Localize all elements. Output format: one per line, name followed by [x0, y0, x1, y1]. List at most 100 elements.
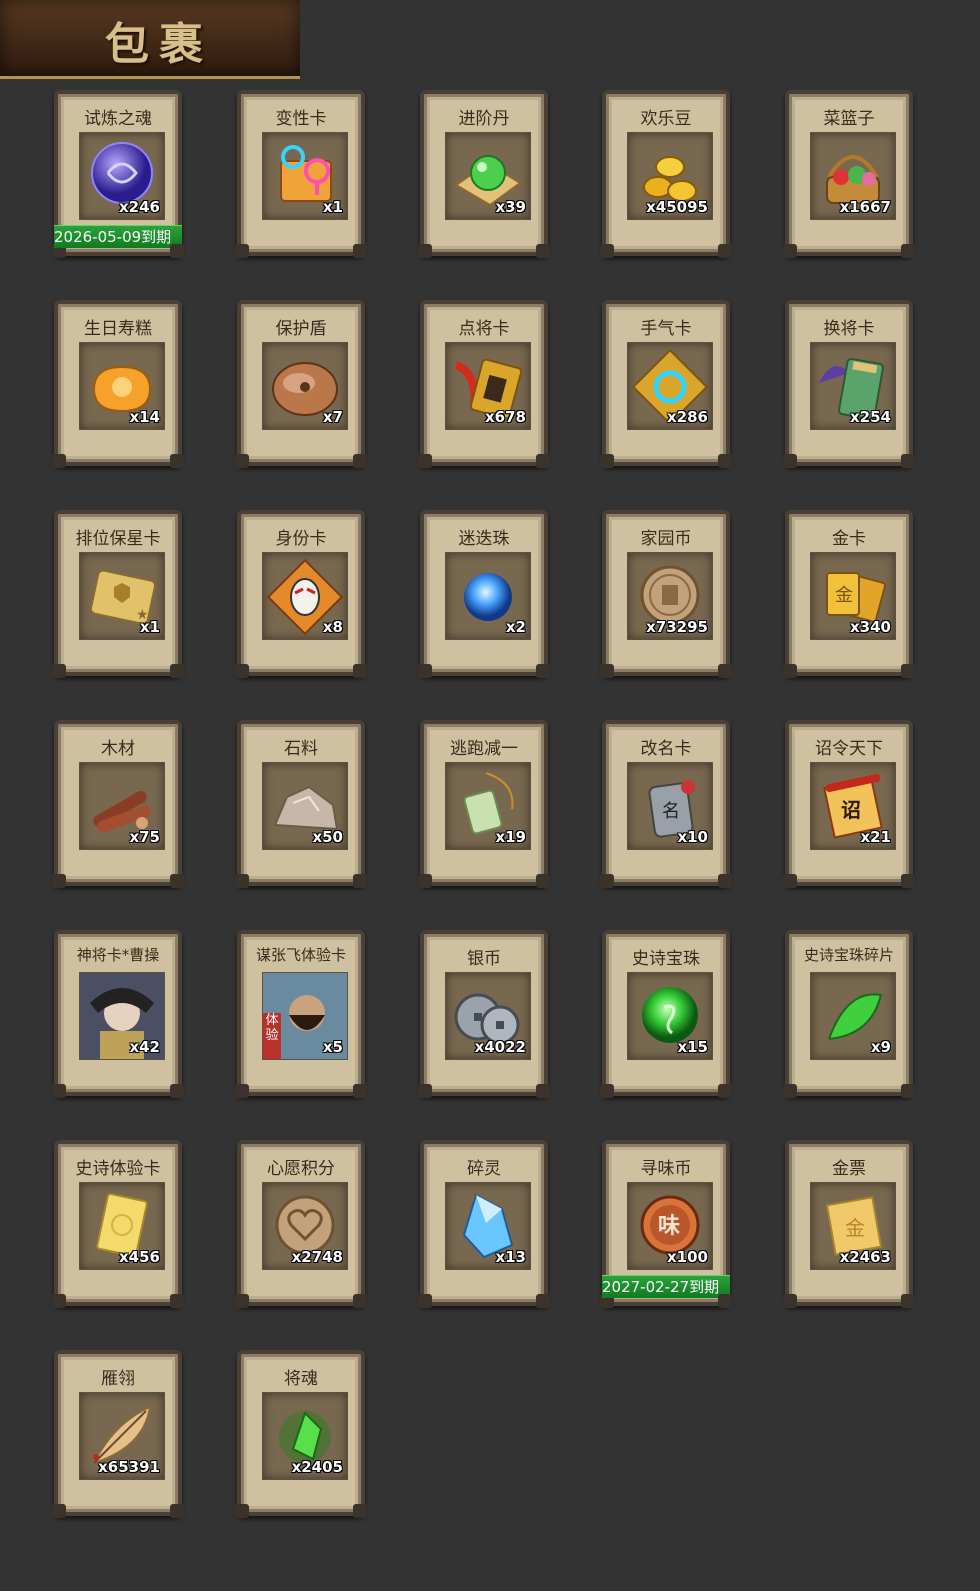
item-name: 改名卡 — [640, 739, 692, 759]
inventory-item-card[interactable]: 心愿积分 x2748 — [235, 1140, 367, 1308]
item-quantity: x10 — [677, 828, 708, 846]
item-name: 碎灵 — [467, 1159, 501, 1179]
item-name: 史诗宝珠 — [632, 949, 700, 969]
cao-cao-portrait-icon: x42 — [79, 972, 165, 1060]
item-quantity: x65391 — [98, 1458, 160, 1476]
inventory-item-card[interactable]: 史诗宝珠碎片 x9 — [783, 930, 915, 1098]
birthday-cake-icon: x14 — [79, 342, 165, 430]
item-name: 石料 — [284, 739, 318, 759]
inventory-item-card[interactable]: 欢乐豆 x45095 — [600, 90, 732, 258]
item-name: 手气卡 — [640, 319, 692, 339]
inventory-item-card[interactable]: 身份卡 x8 — [235, 510, 367, 678]
item-quantity: x2405 — [291, 1458, 343, 1476]
item-quantity: x50 — [312, 828, 343, 846]
item-quantity: x42 — [129, 1038, 160, 1056]
item-quantity: x2 — [505, 618, 526, 636]
green-pill-icon: x39 — [445, 132, 531, 220]
item-name: 史诗宝珠碎片 — [803, 946, 894, 964]
item-quantity: x7 — [322, 408, 343, 426]
inventory-item-card[interactable]: 寻味币味 x100 2027-02-27到期 — [600, 1140, 732, 1308]
item-name: 换将卡 — [823, 319, 875, 339]
shield-icon: x7 — [262, 342, 348, 430]
gold-card-icon: 金 x340 — [810, 552, 896, 640]
item-name: 诏令天下 — [815, 739, 883, 759]
item-name: 木材 — [101, 739, 135, 759]
svg-text:金: 金 — [835, 585, 853, 606]
inventory-item-card[interactable]: 诏令天下诏 x21 — [783, 720, 915, 888]
green-leaf-shard-icon: x9 — [810, 972, 896, 1060]
inventory-item-card[interactable]: 银币 x4022 — [418, 930, 550, 1098]
svg-text:金: 金 — [845, 1216, 865, 1240]
inventory-item-card[interactable]: 碎灵 x13 — [418, 1140, 550, 1308]
inventory-item-card[interactable]: 试炼之魂 x246 2026-05-09到期 — [52, 90, 184, 258]
wood-icon: x75 — [79, 762, 165, 850]
item-name: 将魂 — [284, 1369, 318, 1389]
inventory-item-card[interactable]: 逃跑减一 x19 — [418, 720, 550, 888]
item-quantity: x9 — [870, 1038, 891, 1056]
inventory-item-card[interactable]: 史诗宝珠 x15 — [600, 930, 732, 1098]
item-name: 变性卡 — [275, 109, 327, 129]
item-quantity: x286 — [667, 408, 708, 426]
inventory-item-card[interactable]: 神将卡*曹操 x42 — [52, 930, 184, 1098]
expiry-banner: 2027-02-27到期 — [602, 1275, 730, 1298]
inventory-item-card[interactable]: 换将卡 x254 — [783, 300, 915, 468]
item-name: 点将卡 — [458, 319, 510, 339]
inventory-item-card[interactable]: 生日寿糕 x14 — [52, 300, 184, 468]
item-quantity: x19 — [495, 828, 526, 846]
item-quantity: x2463 — [839, 1248, 891, 1266]
item-name: 进阶丹 — [458, 109, 510, 129]
item-quantity: x1 — [322, 198, 343, 216]
inventory-item-card[interactable]: 史诗体验卡 x456 — [52, 1140, 184, 1308]
gold-ticket-icon: 金 x2463 — [810, 1182, 896, 1270]
jade-tag-icon: x19 — [445, 762, 531, 850]
item-quantity: x246 — [119, 198, 160, 216]
item-name: 银币 — [467, 949, 501, 969]
inventory-item-card[interactable]: 谋张飞体验卡 体验 x5 — [235, 930, 367, 1098]
inventory-item-card[interactable]: 点将卡 x678 — [418, 300, 550, 468]
item-quantity: x45095 — [646, 198, 708, 216]
inventory-item-card[interactable]: 家园币 x73295 — [600, 510, 732, 678]
item-name: 菜篮子 — [823, 109, 875, 129]
item-name: 生日寿糕 — [84, 319, 152, 339]
inventory-item-card[interactable]: 手气卡 x286 — [600, 300, 732, 468]
rank-star-card-icon: ★ x1 — [79, 552, 165, 640]
imperial-scroll-icon: 诏 x21 — [810, 762, 896, 850]
item-name: 谋张飞体验卡 — [255, 946, 346, 964]
vegetable-basket-icon: x1667 — [810, 132, 896, 220]
item-name: 试炼之魂 — [84, 109, 152, 129]
inventory-item-card[interactable]: 石料 x50 — [235, 720, 367, 888]
inventory-item-card[interactable]: 雁翎 x65391 — [52, 1350, 184, 1518]
item-quantity: x39 — [495, 198, 526, 216]
item-name: 身份卡 — [275, 529, 327, 549]
inventory-item-card[interactable]: 进阶丹 x39 — [418, 90, 550, 258]
inventory-item-card[interactable]: 菜篮子 x1667 — [783, 90, 915, 258]
item-quantity: x2748 — [291, 1248, 343, 1266]
item-name: 寻味币 — [640, 1159, 692, 1179]
inventory-item-card[interactable]: 金票金 x2463 — [783, 1140, 915, 1308]
svg-text:味: 味 — [658, 1214, 680, 1239]
inventory-item-card[interactable]: 改名卡名 x10 — [600, 720, 732, 888]
epic-green-orb-icon: x15 — [627, 972, 713, 1060]
inventory-item-card[interactable]: 将魂 x2405 — [235, 1350, 367, 1518]
item-name: 史诗体验卡 — [75, 1159, 161, 1179]
identity-mask-card-icon: x8 — [262, 552, 348, 640]
item-name: 逃跑减一 — [450, 739, 518, 759]
inventory-item-card[interactable]: 保护盾 x7 — [235, 300, 367, 468]
inventory-item-card[interactable]: 迷迭珠 x2 — [418, 510, 550, 678]
silver-coins-icon: x4022 — [445, 972, 531, 1060]
item-quantity: x1 — [139, 618, 160, 636]
item-name: 金卡 — [832, 529, 866, 549]
inventory-item-card[interactable]: 排位保星卡 ★ x1 — [52, 510, 184, 678]
inventory-item-card[interactable]: 木材 x75 — [52, 720, 184, 888]
luck-card-icon: x286 — [627, 342, 713, 430]
item-name: 金票 — [832, 1159, 866, 1179]
item-name: 神将卡*曹操 — [76, 946, 160, 964]
rename-card-icon: 名 x10 — [627, 762, 713, 850]
general-pick-card-icon: x678 — [445, 342, 531, 430]
inventory-item-card[interactable]: 金卡金 x340 — [783, 510, 915, 678]
trial-badge: 体验 — [265, 1013, 279, 1043]
item-quantity: x73295 — [646, 618, 708, 636]
item-quantity: x1667 — [839, 198, 891, 216]
home-coin-icon: x73295 — [627, 552, 713, 640]
inventory-item-card[interactable]: 变性卡 x1 — [235, 90, 367, 258]
